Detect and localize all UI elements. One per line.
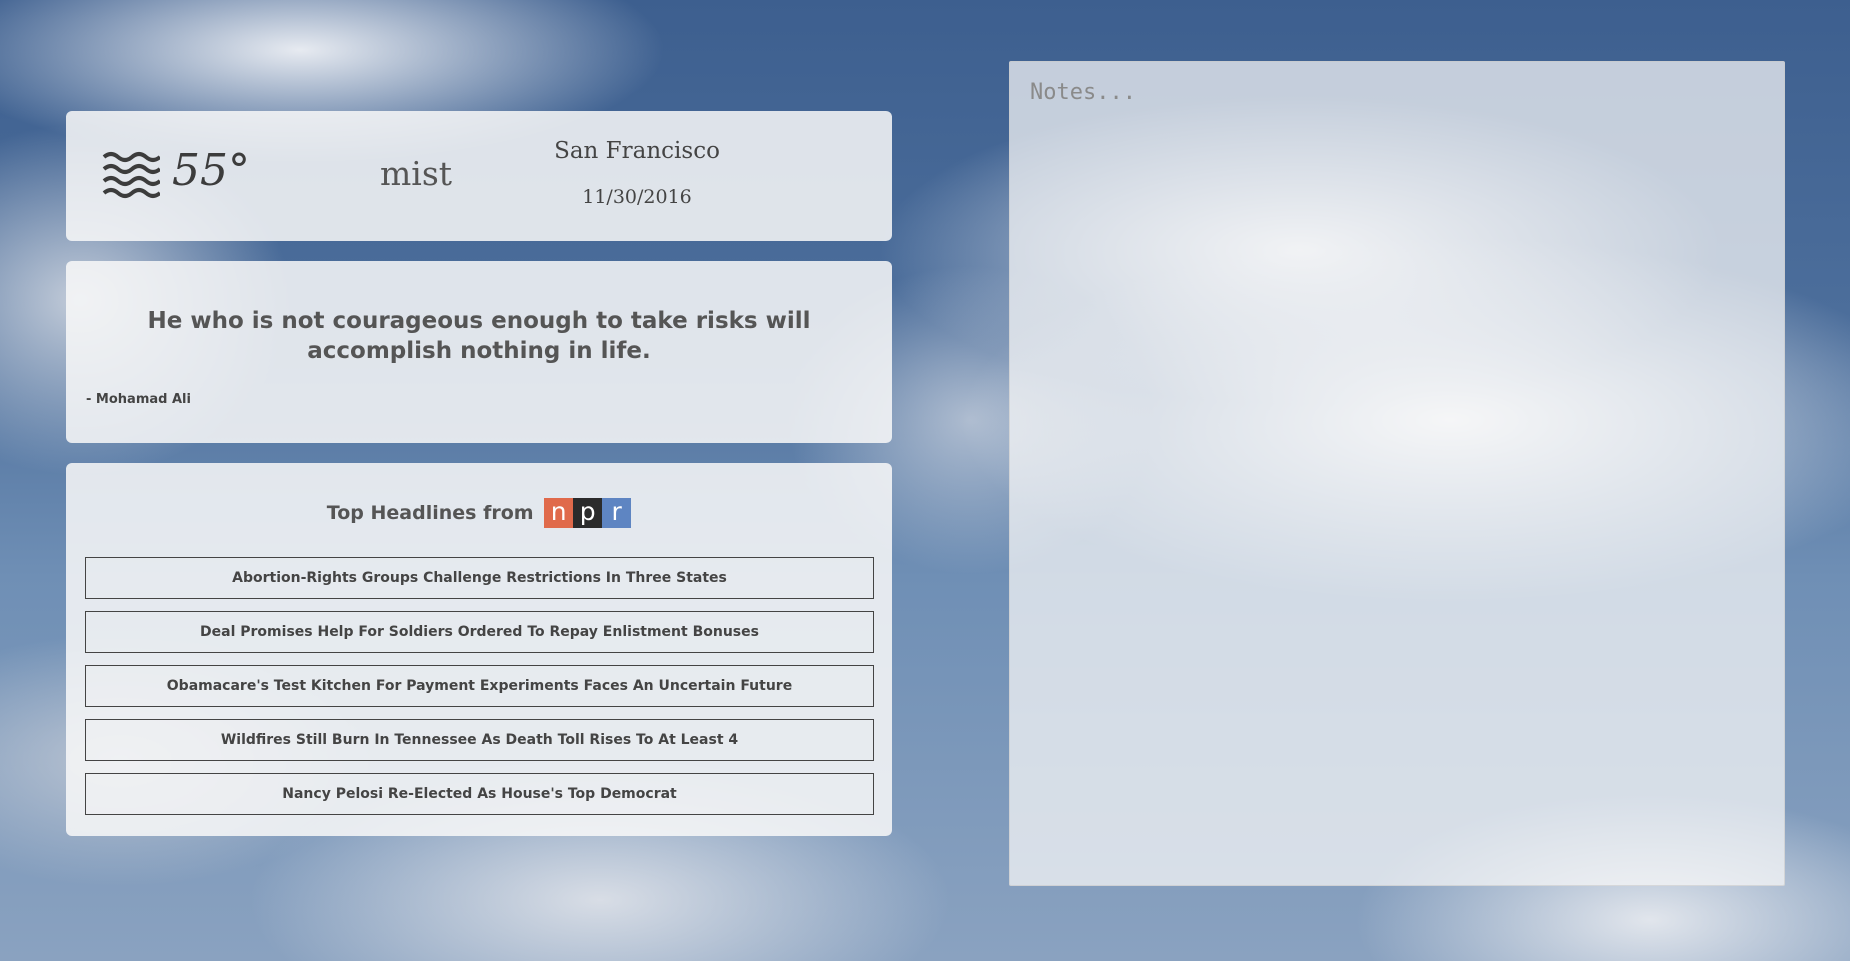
quote-text: He who is not courageous enough to take … [147, 308, 811, 364]
quote-panel: He who is not courageous enough to take … [66, 261, 892, 443]
headline-list: Abortion-Rights Groups Challenge Restric… [85, 557, 874, 827]
current-date: 11/30/2016 [582, 186, 692, 208]
weather-panel: 55° mist San Francisco 11/30/2016 [66, 111, 892, 241]
headline-item[interactable]: Abortion-Rights Groups Challenge Restric… [85, 557, 874, 599]
npr-logo-p: p [573, 498, 603, 528]
notes-textarea[interactable] [1009, 61, 1785, 886]
headline-item[interactable]: Wildfires Still Burn In Tennessee As Dea… [85, 719, 874, 761]
quote-author: - Mohamad Ali [86, 392, 191, 407]
weather-description: mist [380, 154, 453, 193]
npr-logo: npr [544, 498, 632, 528]
npr-logo-n: n [544, 498, 574, 528]
headlines-heading: Top Headlines from npr [66, 498, 892, 528]
headline-item[interactable]: Nancy Pelosi Re-Elected As House's Top D… [85, 773, 874, 815]
npr-logo-r: r [602, 498, 632, 528]
headline-item[interactable]: Obamacare's Test Kitchen For Payment Exp… [85, 665, 874, 707]
mist-icon [102, 152, 160, 198]
headlines-panel: Top Headlines from npr Abortion-Rights G… [66, 463, 892, 836]
headline-item[interactable]: Deal Promises Help For Soldiers Ordered … [85, 611, 874, 653]
temperature: 55° [172, 145, 250, 196]
headlines-title: Top Headlines from [326, 502, 534, 524]
city-name: San Francisco [554, 138, 720, 164]
